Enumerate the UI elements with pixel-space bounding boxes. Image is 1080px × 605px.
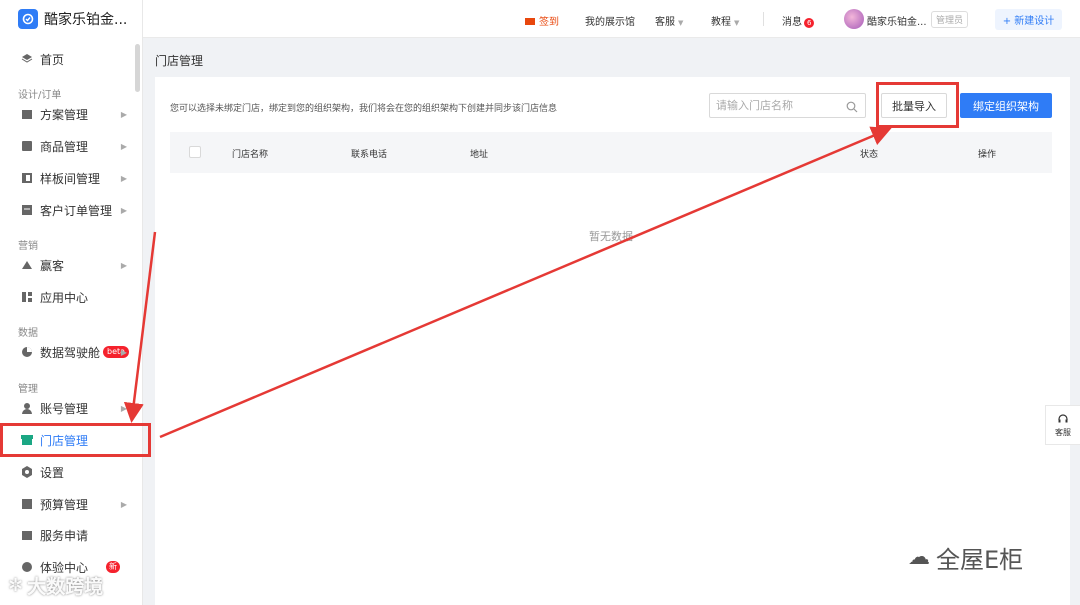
float-service-button[interactable]: 客服	[1045, 405, 1080, 445]
arrow-to-import	[159, 126, 892, 439]
annotation-arrows	[123, 126, 892, 439]
wechat-icon: ☁	[908, 545, 930, 570]
watermark-left-text: 大数跨境	[27, 576, 104, 598]
arrow-to-store	[123, 231, 157, 423]
watermark-right-text: 全屋E柜	[936, 546, 1024, 574]
logo-mark-icon: ✲	[8, 575, 24, 596]
headset-icon	[1057, 413, 1069, 427]
float-service-label: 客服	[1055, 427, 1071, 437]
watermark-left: ✲ 大数跨境	[8, 572, 103, 599]
watermark-right: ☁ 全屋E柜	[908, 540, 1023, 575]
